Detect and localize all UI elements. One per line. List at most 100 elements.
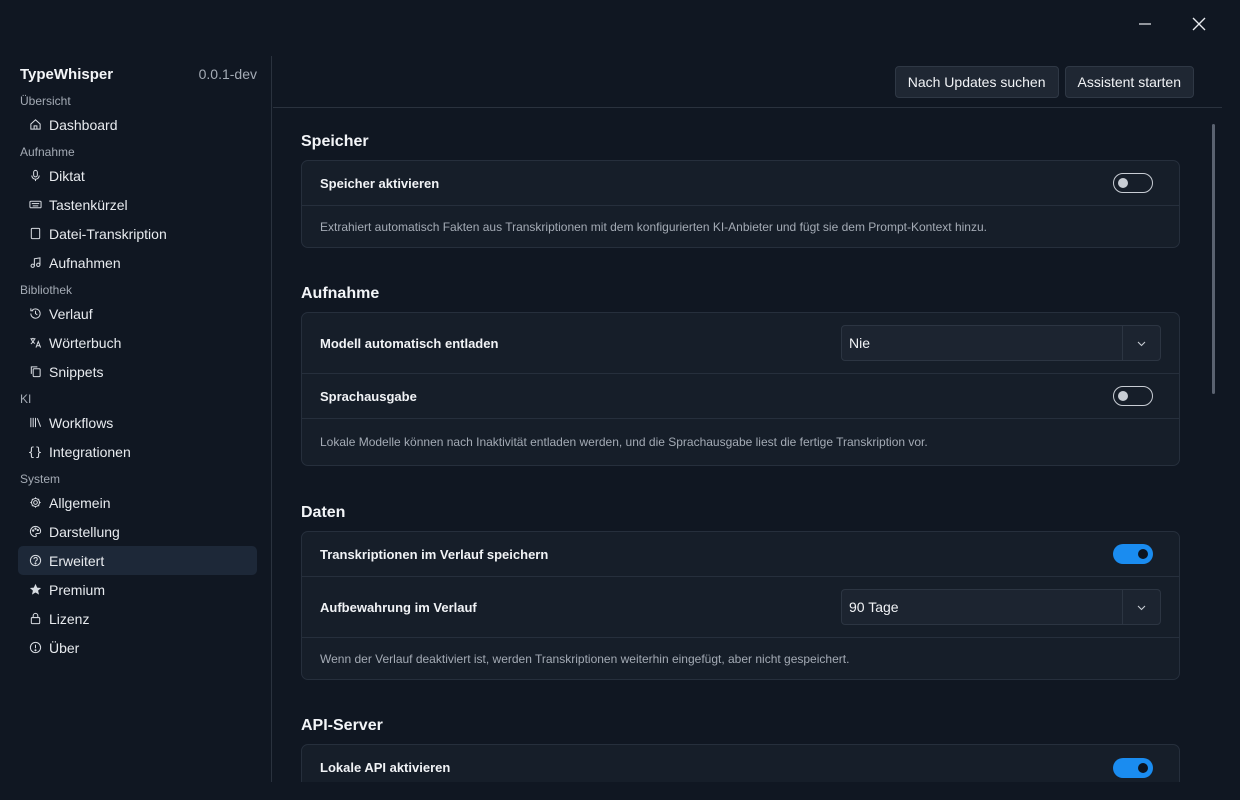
sidebar-item-diktat[interactable]: Diktat xyxy=(18,161,257,190)
microphone-icon xyxy=(28,169,42,183)
setting-row-memory: Speicher aktivieren xyxy=(302,161,1179,206)
section-label-system: System xyxy=(20,472,61,486)
setting-label: Aufbewahrung im Verlauf xyxy=(320,599,477,615)
sidebar-item-lizenz[interactable]: Lizenz xyxy=(18,604,257,633)
keyboard-icon xyxy=(28,198,42,212)
sidebar-item-label: Integrationen xyxy=(49,443,131,460)
setting-label: Sprachausgabe xyxy=(320,388,417,404)
sidebar-item-dashboard[interactable]: Dashboard xyxy=(18,110,257,139)
section-title-aufnahme: Aufnahme xyxy=(301,285,380,302)
section-title-speicher: Speicher xyxy=(301,133,369,150)
setting-label: Modell automatisch entladen xyxy=(320,335,499,351)
card-api-server: Lokale API aktivieren xyxy=(301,744,1180,782)
sidebar-item-tastenkuerzel[interactable]: Tastenkürzel xyxy=(18,190,257,219)
sidebar-item-label: Wörterbuch xyxy=(49,334,122,351)
chevron-down-icon xyxy=(1122,590,1160,624)
setting-label: Speicher aktivieren xyxy=(320,175,440,191)
scrollbar[interactable] xyxy=(1212,124,1215,394)
setting-description: Wenn der Verlauf deaktiviert ist, werden… xyxy=(320,651,850,666)
setting-row-retention: Aufbewahrung im Verlauf 90 Tage xyxy=(302,577,1179,638)
translate-icon xyxy=(28,336,42,350)
info-icon xyxy=(28,641,42,655)
section-title-daten: Daten xyxy=(301,504,346,521)
file-icon xyxy=(28,227,42,241)
sidebar-item-label: Diktat xyxy=(49,167,85,184)
lock-icon xyxy=(28,612,42,626)
setting-description-row: Wenn der Verlauf deaktiviert ist, werden… xyxy=(302,638,1179,679)
sidebar-item-label: Über xyxy=(49,639,80,656)
card-aufnahme: Modell automatisch entladen Nie Sprachau… xyxy=(301,312,1180,466)
memory-toggle[interactable] xyxy=(1113,173,1153,193)
sidebar-item-label: Tastenkürzel xyxy=(49,196,128,213)
setting-row-auto-unload: Modell automatisch entladen Nie xyxy=(302,313,1179,374)
setting-row-save-history: Transkriptionen im Verlauf speichern xyxy=(302,532,1179,577)
section-label-ki: KI xyxy=(20,392,32,406)
history-icon xyxy=(28,307,42,321)
save-history-toggle[interactable] xyxy=(1113,544,1153,564)
setting-description-row: Extrahiert automatisch Fakten aus Transk… xyxy=(302,206,1179,247)
section-label-aufnahme: Aufnahme xyxy=(20,145,75,159)
library-icon xyxy=(28,416,42,430)
section-title-api-server: API-Server xyxy=(301,717,383,734)
chevron-down-icon xyxy=(1122,326,1160,360)
card-speicher: Speicher aktivieren Extrahiert automatis… xyxy=(301,160,1180,248)
setting-label: Lokale API aktivieren xyxy=(320,760,451,775)
setting-description: Extrahiert automatisch Fakten aus Transk… xyxy=(320,219,987,234)
setting-label: Transkriptionen im Verlauf speichern xyxy=(320,546,549,562)
palette-icon xyxy=(28,525,42,539)
sidebar-item-workflows[interactable]: Workflows xyxy=(18,408,257,437)
retention-select[interactable]: 90 Tage xyxy=(841,589,1161,625)
section-label-uebersicht: Übersicht xyxy=(20,94,71,108)
settings-content: Speicher Speicher aktivieren Extrahiert … xyxy=(273,109,1222,782)
local-api-toggle[interactable] xyxy=(1113,757,1153,778)
sidebar-item-label: Erweitert xyxy=(49,552,105,569)
gear-icon xyxy=(28,496,42,510)
sidebar-item-erweitert[interactable]: Erweitert xyxy=(18,546,257,575)
home-icon xyxy=(28,118,42,132)
card-daten: Transkriptionen im Verlauf speichern Auf… xyxy=(301,531,1180,680)
sidebar-item-label: Datei-Transkription xyxy=(49,225,167,242)
window-controls xyxy=(1122,0,1240,48)
setting-row-local-api: Lokale API aktivieren xyxy=(302,745,1179,782)
minimize-button[interactable] xyxy=(1122,0,1168,48)
help-circle-icon xyxy=(28,554,42,568)
sidebar-item-label: Workflows xyxy=(49,414,114,431)
setting-description: Lokale Modelle können nach Inaktivität e… xyxy=(320,435,928,449)
close-button[interactable] xyxy=(1176,0,1222,48)
sidebar-item-label: Darstellung xyxy=(49,523,120,540)
sidebar-item-integrationen[interactable]: {} Integrationen xyxy=(18,437,257,466)
sidebar-item-label: Verlauf xyxy=(49,305,93,322)
brand-row: TypeWhisper 0.0.1-dev xyxy=(18,56,257,90)
sidebar-item-label: Lizenz xyxy=(49,610,90,627)
braces-icon: {} xyxy=(27,444,43,459)
sidebar-item-datei-transkription[interactable]: Datei-Transkription xyxy=(18,219,257,248)
minimize-icon xyxy=(1139,23,1151,25)
setting-row-speech-output: Sprachausgabe xyxy=(302,374,1179,419)
select-value: 90 Tage xyxy=(849,599,899,615)
select-value: Nie xyxy=(849,335,871,351)
copy-icon xyxy=(28,365,42,379)
section-label-bibliothek: Bibliothek xyxy=(20,283,73,297)
sidebar: TypeWhisper 0.0.1-dev Übersicht Dashboar… xyxy=(0,56,272,782)
app-name: TypeWhisper xyxy=(20,66,114,83)
app-version: 0.0.1-dev xyxy=(198,66,257,82)
sidebar-item-aufnahmen[interactable]: Aufnahmen xyxy=(18,248,257,277)
sidebar-item-label: Dashboard xyxy=(49,116,118,133)
sidebar-item-woerterbuch[interactable]: Wörterbuch xyxy=(18,328,257,357)
speech-output-toggle[interactable] xyxy=(1113,386,1153,406)
sidebar-item-label: Premium xyxy=(49,581,106,598)
start-assistant-button[interactable]: Assistent starten xyxy=(1064,65,1194,98)
auto-unload-select[interactable]: Nie xyxy=(841,325,1161,361)
sidebar-item-ueber[interactable]: Über xyxy=(18,633,257,662)
sidebar-item-label: Snippets xyxy=(49,363,104,380)
close-icon xyxy=(1192,17,1206,31)
check-updates-button[interactable]: Nach Updates suchen xyxy=(894,65,1059,98)
sidebar-item-verlauf[interactable]: Verlauf xyxy=(18,299,257,328)
sidebar-item-snippets[interactable]: Snippets xyxy=(18,357,257,386)
star-icon xyxy=(28,583,42,597)
sidebar-item-darstellung[interactable]: Darstellung xyxy=(18,517,257,546)
sidebar-item-premium[interactable]: Premium xyxy=(18,575,257,604)
setting-description-row: Lokale Modelle können nach Inaktivität e… xyxy=(302,419,1179,465)
sidebar-item-allgemein[interactable]: Allgemein xyxy=(18,488,257,517)
sidebar-item-label: Allgemein xyxy=(49,494,111,511)
